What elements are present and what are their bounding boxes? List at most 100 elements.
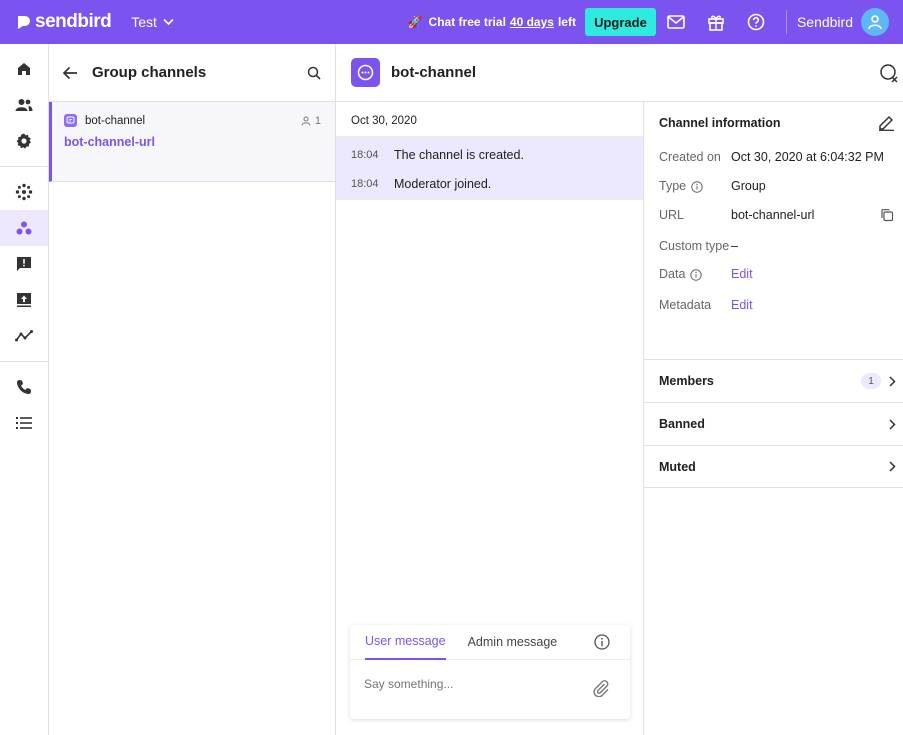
list-item[interactable]: 18:04 The channel is created. xyxy=(336,140,643,169)
trial-suffix: left xyxy=(557,15,576,29)
app-switcher[interactable]: Test xyxy=(131,14,174,30)
created-on-label: Created on xyxy=(659,150,721,164)
edit-data-link[interactable]: Edit xyxy=(731,267,903,281)
gift-icon[interactable] xyxy=(696,0,736,44)
url-label: URL xyxy=(659,208,685,222)
mail-icon[interactable] xyxy=(656,0,696,44)
group-channel-icon xyxy=(64,114,77,127)
custom-type-field: Custom type – xyxy=(644,237,903,255)
member-count: 1 xyxy=(301,115,321,127)
user-icon xyxy=(868,15,882,30)
type-value: Group xyxy=(731,179,766,193)
avatar[interactable] xyxy=(861,8,889,36)
custom-type-label: Custom type xyxy=(659,239,730,253)
data-label-wrap: Data xyxy=(659,267,731,281)
list-item[interactable]: 18:04 Moderator joined. xyxy=(336,169,643,198)
left-nav xyxy=(0,44,49,735)
channel-info-panel: Channel information Created on Oct 30, 2… xyxy=(644,102,903,735)
upgrade-button[interactable]: Upgrade xyxy=(584,8,656,36)
channel-url: bot-channel-url xyxy=(64,135,155,149)
rocket-icon: 🚀 xyxy=(407,15,423,29)
message-time: 18:04 xyxy=(351,148,379,161)
chevron-right-icon xyxy=(889,461,896,472)
open-channels-icon[interactable] xyxy=(0,174,48,210)
type-field: Type Group xyxy=(644,179,903,193)
divider xyxy=(0,166,48,167)
chat-panel: bot-channel Oct 30, 2020 18:04 The chann… xyxy=(336,44,903,735)
settings-icon[interactable] xyxy=(0,123,48,159)
tab-admin-message[interactable]: Admin message xyxy=(468,625,558,660)
data-label: Data xyxy=(659,267,686,281)
sendbird-logo-icon xyxy=(16,14,32,30)
info-icon[interactable] xyxy=(690,269,703,281)
member-icon xyxy=(301,116,311,126)
message-input[interactable] xyxy=(364,677,584,691)
custom-type-value: – xyxy=(731,239,738,253)
home-icon[interactable] xyxy=(0,51,48,87)
channel-info-title: Channel information xyxy=(659,115,781,130)
chevron-right-icon xyxy=(889,418,896,430)
trial-days[interactable]: 40 days xyxy=(510,15,554,29)
sendbird-logo[interactable]: sendbird xyxy=(16,11,112,33)
search-icon[interactable] xyxy=(307,66,321,80)
composer-tabs: User message Admin message xyxy=(350,625,630,660)
trial-prefix: Chat free trial xyxy=(428,15,506,29)
member-count-value: 1 xyxy=(314,114,321,127)
help-icon[interactable] xyxy=(736,0,776,44)
users-icon[interactable] xyxy=(0,87,48,123)
members-section[interactable]: Members 1 xyxy=(644,359,903,402)
top-bar: sendbird Test 🚀 Chat free trial 40 days … xyxy=(0,0,903,44)
channel-info-header: Channel information xyxy=(644,102,903,143)
channel-avatar-icon xyxy=(351,58,380,87)
calls-icon[interactable] xyxy=(0,369,48,405)
banned-label: Banned xyxy=(659,417,705,431)
tab-user-message[interactable]: User message xyxy=(365,625,446,660)
call-logs-icon[interactable] xyxy=(0,405,48,441)
channel-list-header: Group channels xyxy=(49,44,335,102)
muted-section[interactable]: Muted xyxy=(644,445,903,488)
chevron-right-icon xyxy=(889,375,896,387)
info-icon[interactable] xyxy=(594,634,610,650)
metadata-field: Metadata Edit xyxy=(644,298,903,312)
members-label: Members xyxy=(659,374,714,388)
analytics-icon[interactable] xyxy=(0,318,48,354)
info-icon[interactable] xyxy=(691,181,703,193)
trial-banner: 🚀 Chat free trial 40 days left xyxy=(408,15,576,29)
message-time: 18:04 xyxy=(351,177,379,190)
metadata-label: Metadata xyxy=(659,298,712,312)
channel-list-item[interactable]: bot-channel 1 bot-channel-url xyxy=(49,102,335,182)
announcements-icon[interactable] xyxy=(0,282,48,318)
divider xyxy=(785,10,787,34)
date-separator: Oct 30, 2020 xyxy=(351,115,417,127)
url-value: bot-channel-url xyxy=(731,208,815,222)
url-field: URL bot-channel-url xyxy=(644,208,903,222)
pencil-icon[interactable] xyxy=(878,114,895,131)
type-label: Type xyxy=(659,179,687,193)
created-on-value: Oct 30, 2020 at 6:04:32 PM xyxy=(731,150,884,164)
divider xyxy=(0,361,48,362)
brand-name: sendbird xyxy=(35,11,112,32)
moderation-icon[interactable] xyxy=(0,246,48,282)
chat-header: bot-channel xyxy=(336,44,903,102)
organization-name[interactable]: Sendbird xyxy=(797,14,853,30)
channel-info-toggle-icon[interactable] xyxy=(879,63,899,83)
data-field: Data Edit xyxy=(644,267,903,281)
message-list: Oct 30, 2020 18:04 The channel is create… xyxy=(336,102,643,200)
back-arrow-icon[interactable] xyxy=(62,66,78,80)
paperclip-icon[interactable] xyxy=(592,679,610,697)
banned-section[interactable]: Banned xyxy=(644,402,903,445)
message-composer: User message Admin message xyxy=(350,625,630,719)
chevron-down-icon xyxy=(163,18,174,26)
message-text: Moderator joined. xyxy=(394,176,492,191)
group-channels-icon[interactable] xyxy=(0,210,48,246)
channel-name: bot-channel xyxy=(85,114,146,127)
admin-messages: 18:04 The channel is created. 18:04 Mode… xyxy=(336,136,643,200)
edit-metadata-link[interactable]: Edit xyxy=(731,298,903,312)
members-count-badge: 1 xyxy=(861,373,881,389)
page-title: Group channels xyxy=(92,64,207,81)
type-label-wrap: Type xyxy=(659,179,731,193)
message-text: The channel is created. xyxy=(394,147,524,162)
copy-icon[interactable] xyxy=(880,208,894,222)
created-on-field: Created on Oct 30, 2020 at 6:04:32 PM xyxy=(644,150,903,164)
muted-label: Muted xyxy=(659,459,696,474)
